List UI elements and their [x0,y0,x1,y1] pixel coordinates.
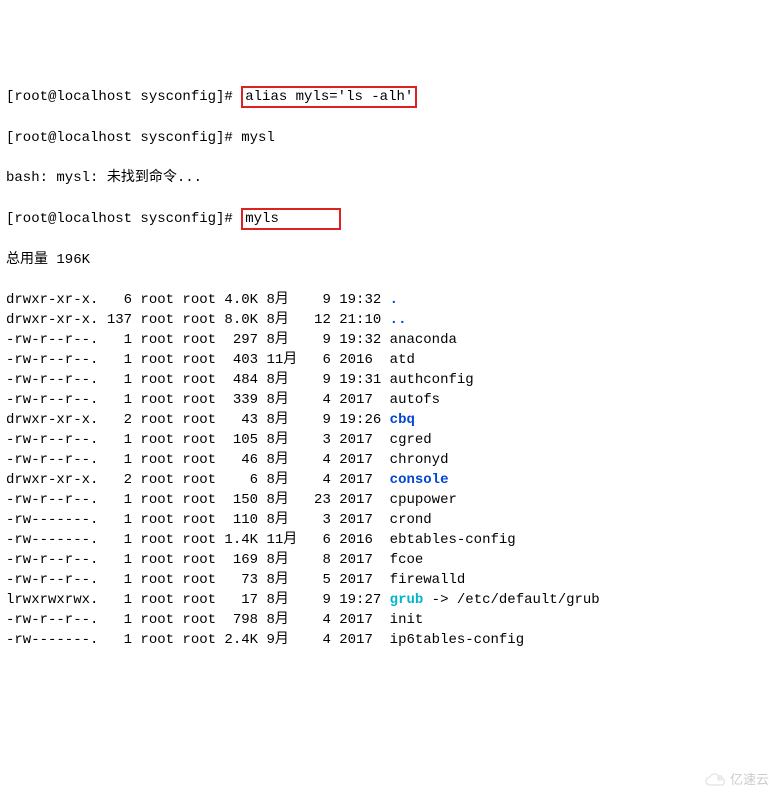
cloud-icon [704,773,726,787]
typed-command: mysl [241,130,275,146]
prompt-line-1: [root@localhost sysconfig]# alias myls='… [6,86,775,108]
list-item: drwxr-xr-x. 6 root root 4.0K 8月 9 19:32 … [6,290,775,310]
watermark-text: 亿速云 [730,770,769,790]
list-item: drwxr-xr-x. 2 root root 43 8月 9 19:26 cb… [6,410,775,430]
prompt-prefix: [root@localhost sysconfig]# [6,130,241,146]
list-item: lrwxrwxrwx. 1 root root 17 8月 9 19:27 gr… [6,590,775,610]
list-item: -rw-r--r--. 1 root root 484 8月 9 19:31 a… [6,370,775,390]
total-line: 总用量 196K [6,250,775,270]
bash-error: bash: mysl: 未找到命令... [6,168,775,188]
list-item: -rw-r--r--. 1 root root 339 8月 4 2017 au… [6,390,775,410]
file-listing: drwxr-xr-x. 6 root root 4.0K 8月 9 19:32 … [6,290,775,650]
prompt-line-3: [root@localhost sysconfig]# myls [6,208,775,230]
list-item: -rw-r--r--. 1 root root 297 8月 9 19:32 a… [6,330,775,350]
list-item: -rw-r--r--. 1 root root 798 8月 4 2017 in… [6,610,775,630]
list-item: -rw-r--r--. 1 root root 169 8月 8 2017 fc… [6,550,775,570]
prompt-prefix: [root@localhost sysconfig]# [6,211,241,227]
list-item: -rw-r--r--. 1 root root 46 8月 4 2017 chr… [6,450,775,470]
list-item: -rw-r--r--. 1 root root 150 8月 23 2017 c… [6,490,775,510]
highlighted-command-1: alias myls='ls -alh' [241,86,417,108]
list-item: -rw-r--r--. 1 root root 403 11月 6 2016 a… [6,350,775,370]
list-item: drwxr-xr-x. 2 root root 6 8月 4 2017 cons… [6,470,775,490]
list-item: -rw-------. 1 root root 1.4K 11月 6 2016 … [6,530,775,550]
list-item: -rw-r--r--. 1 root root 105 8月 3 2017 cg… [6,430,775,450]
list-item: drwxr-xr-x. 137 root root 8.0K 8月 12 21:… [6,310,775,330]
prompt-prefix: [root@localhost sysconfig]# [6,89,241,105]
list-item: -rw-r--r--. 1 root root 73 8月 5 2017 fir… [6,570,775,590]
prompt-line-2: [root@localhost sysconfig]# mysl [6,128,775,148]
list-item: -rw-------. 1 root root 110 8月 3 2017 cr… [6,510,775,530]
list-item: -rw-------. 1 root root 2.4K 9月 4 2017 i… [6,630,775,650]
highlighted-command-2: myls [241,208,341,230]
watermark: 亿速云 [704,770,769,790]
